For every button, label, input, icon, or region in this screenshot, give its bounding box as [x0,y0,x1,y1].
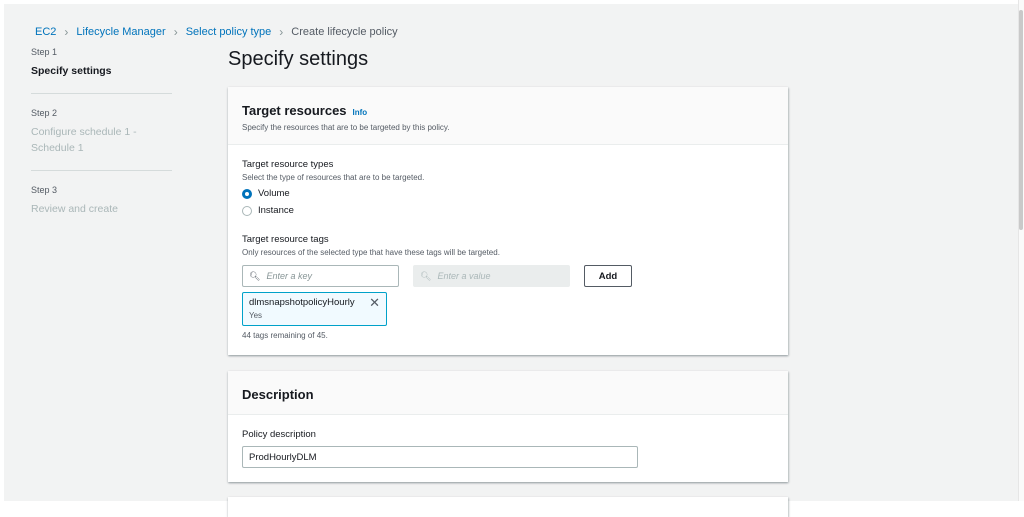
step-2: Step 2 Configure schedule 1 - Schedule 1 [31,108,172,171]
policy-description-input[interactable]: ProdHourlyDLM [242,446,638,468]
radio-unselected-icon [242,205,252,216]
step-title: Specify settings [31,65,112,77]
step-number: Step 3 [31,185,58,195]
breadcrumb-ec2[interactable]: EC2 [35,26,56,38]
wizard-steps: Step 1 Specify settings Step 2 Configure s… [31,47,172,245]
close-icon[interactable]: ✕ [369,295,380,311]
radio-label: Instance [258,205,294,216]
tag-key: dlmsnapshotpolicyHourly [249,297,355,308]
radio-instance[interactable]: Instance [242,205,774,216]
breadcrumb-lifecycle-manager[interactable]: Lifecycle Manager [76,26,165,38]
tag-token: dlmsnapshotpolicyHourly Yes ✕ [242,292,387,326]
search-icon: 🔍︎ [249,270,261,281]
breadcrumb-select-policy-type[interactable]: Select policy type [186,26,272,38]
placeholder: Enter a value [437,271,491,281]
radio-label: Volume [258,188,290,199]
target-resources-card: Target resources Info Specify the resourc… [228,87,788,355]
page-title: Specify settings [228,48,369,70]
scrollbar-thumb[interactable] [1019,10,1023,230]
step-number: Step 1 [31,47,58,57]
tag-value: Yes [249,311,263,320]
breadcrumb-current: Create lifecycle policy [291,26,398,38]
scrollbar[interactable] [1018,0,1024,501]
step-1[interactable]: Step 1 Specify settings [31,47,172,94]
chevron-right-icon: › [279,25,284,39]
tag-value-input: 🔍︎ Enter a value [413,265,570,287]
chevron-right-icon: › [64,25,69,39]
types-description: Select the type of resources that are to… [242,173,425,182]
tags-description: Only resources of the selected type that… [242,248,500,257]
radio-selected-icon [242,188,252,199]
tags-label: Target resource tags [242,234,329,245]
description-card: Description Policy description ProdHourl… [228,371,788,482]
add-tag-button[interactable]: Add [584,265,632,287]
chevron-right-icon: › [173,25,178,39]
radio-volume[interactable]: Volume [242,188,774,199]
card-description: Specify the resources that are to be tar… [242,123,450,132]
search-icon: 🔍︎ [420,270,432,281]
tag-key-input[interactable]: 🔍︎ Enter a key [242,265,399,287]
step-3: Step 3 Review and create [31,185,172,231]
info-link[interactable]: Info [353,108,368,117]
step-title: Review and create [31,203,118,215]
policy-description-label: Policy description [242,429,316,440]
next-card [228,497,788,517]
card-title: Target resources [242,103,347,118]
step-title: Configure schedule 1 - Schedule 1 [31,126,137,154]
step-number: Step 2 [31,108,58,118]
placeholder: Enter a key [266,271,312,281]
breadcrumb: EC2 › Lifecycle Manager › Select policy ty… [35,25,398,39]
types-label: Target resource types [242,159,334,170]
tags-remaining: 44 tags remaining of 45. [242,331,328,340]
card-title: Description [242,387,314,402]
